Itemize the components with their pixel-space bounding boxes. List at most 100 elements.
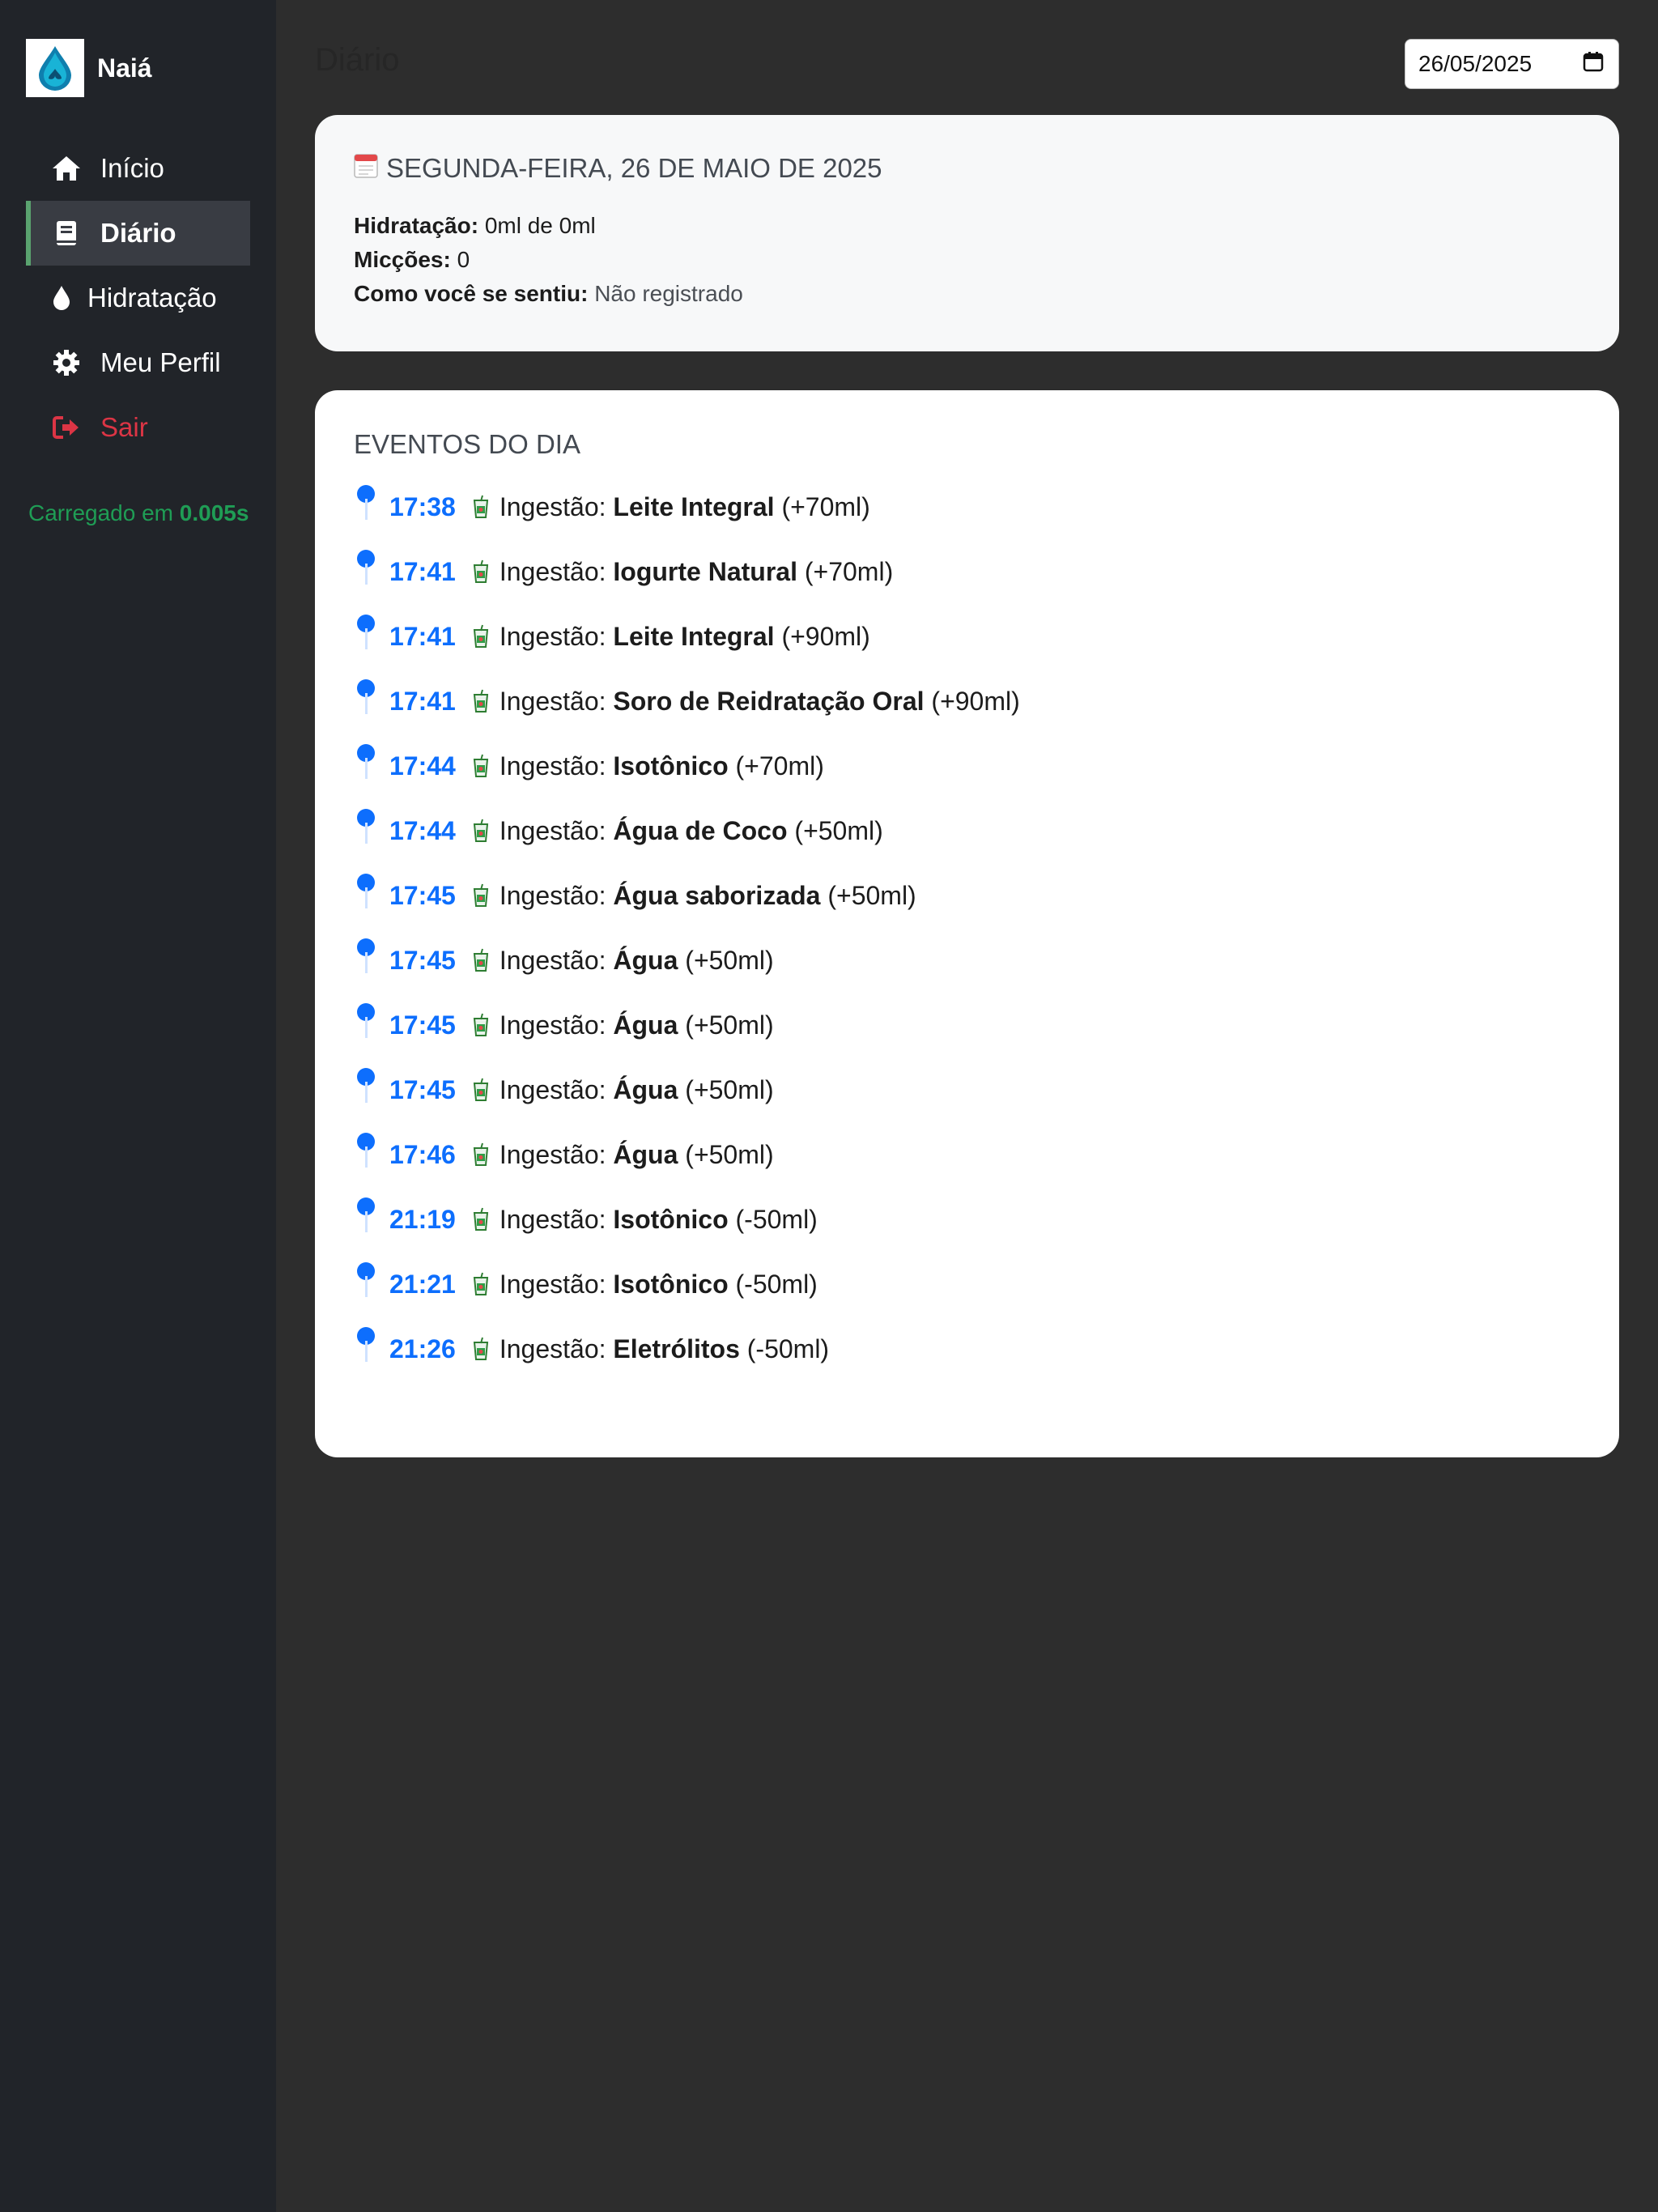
timeline-line — [365, 1341, 368, 1362]
drink-cup-icon — [472, 1207, 490, 1231]
summary-date: SEGUNDA-FEIRA, 26 DE MAIO DE 2025 — [386, 153, 882, 183]
event-drink: Isotônico — [613, 751, 729, 781]
urination-summary: Micções: 0 — [354, 243, 1580, 277]
event-time: 17:45 — [389, 945, 456, 975]
feeling-summary: Como você se sentiu: Não registrado — [354, 277, 1580, 311]
calendar-icon[interactable] — [1583, 51, 1604, 78]
sidebar-item-label: Meu Perfil — [100, 347, 221, 377]
event-row: 17:45 Ingestão: Água (+50ml) — [354, 993, 1580, 1057]
event-row: 17:38 Ingestão: Leite Integral (+70ml) — [354, 474, 1580, 539]
urination-value: 0 — [457, 247, 470, 272]
sidebar-item-diario[interactable]: Diário — [26, 201, 250, 266]
event-time: 21:26 — [389, 1334, 456, 1363]
timeline-line — [365, 887, 368, 908]
book-icon — [50, 217, 83, 249]
event-time: 17:44 — [389, 751, 456, 781]
event-drink: Água — [613, 945, 678, 975]
event-drink: Água — [613, 1010, 678, 1040]
hydration-label: Hidratação: — [354, 213, 479, 238]
sidebar-item-meu-perfil[interactable]: Meu Perfil — [26, 330, 250, 395]
event-drink: Água de Coco — [613, 815, 788, 845]
drink-cup-icon — [472, 948, 490, 972]
event-time: 17:45 — [389, 880, 456, 910]
event-row: 17:45 Ingestão: Água (+50ml) — [354, 1057, 1580, 1122]
event-time: 17:41 — [389, 621, 456, 651]
event-drink: Iogurte Natural — [613, 556, 797, 586]
home-icon — [50, 152, 83, 185]
event-row: 21:19 Ingestão: Isotônico (-50ml) — [354, 1187, 1580, 1252]
timeline-line — [365, 1017, 368, 1038]
timeline-line — [365, 1146, 368, 1168]
event-amount: (+50ml) — [685, 1074, 774, 1104]
sidebar: Naiá Início Diário Hidratação Meu Perfil… — [0, 0, 276, 2212]
event-drink: Água — [613, 1139, 678, 1169]
brand[interactable]: Naiá — [26, 39, 152, 97]
timeline-line — [365, 499, 368, 520]
load-time-prefix: Carregado em — [28, 500, 180, 525]
page-title: Diário — [315, 42, 400, 78]
event-amount: (+70ml) — [804, 556, 894, 586]
sidebar-item-sair[interactable]: Sair — [26, 395, 250, 460]
event-prefix: Ingestão: — [499, 815, 606, 845]
drink-cup-icon — [472, 624, 490, 649]
event-row: 17:44 Ingestão: Água de Coco (+50ml) — [354, 798, 1580, 863]
event-prefix: Ingestão: — [499, 1204, 606, 1234]
sidebar-item-hidratacao[interactable]: Hidratação — [26, 266, 250, 330]
event-amount: (+50ml) — [827, 880, 916, 910]
event-prefix: Ingestão: — [499, 556, 606, 586]
load-time-value: 0.005s — [179, 500, 249, 525]
event-row: 21:21 Ingestão: Isotônico (-50ml) — [354, 1252, 1580, 1317]
brand-name: Naiá — [97, 53, 152, 83]
droplet-icon — [50, 282, 73, 314]
event-row: 21:26 Ingestão: Eletrólitos (-50ml) — [354, 1317, 1580, 1381]
drink-cup-icon — [472, 1013, 490, 1037]
event-amount: (+90ml) — [931, 686, 1020, 716]
timeline-line — [365, 823, 368, 844]
event-time: 17:46 — [389, 1139, 456, 1169]
event-row: 17:45 Ingestão: Água saborizada (+50ml) — [354, 863, 1580, 928]
event-prefix: Ingestão: — [499, 621, 606, 651]
event-prefix: Ingestão: — [499, 1074, 606, 1104]
event-drink: Isotônico — [613, 1269, 729, 1299]
sidebar-item-label: Sair — [100, 412, 148, 442]
drink-cup-icon — [472, 495, 490, 519]
logout-icon — [50, 411, 83, 444]
hydration-value: 0ml de 0ml — [484, 213, 596, 238]
water-drop-logo-icon — [26, 39, 84, 97]
date-value: 26/05/2025 — [1418, 51, 1533, 76]
event-amount: (+90ml) — [781, 621, 870, 651]
drink-cup-icon — [472, 1337, 490, 1361]
hydration-summary: Hidratação: 0ml de 0ml — [354, 209, 1580, 243]
event-time: 17:41 — [389, 686, 456, 716]
drink-cup-icon — [472, 754, 490, 778]
day-summary-card: SEGUNDA-FEIRA, 26 DE MAIO DE 2025 Hidrat… — [315, 115, 1619, 351]
event-time: 17:41 — [389, 556, 456, 586]
date-picker-input[interactable]: 26/05/2025 — [1405, 39, 1619, 89]
drink-cup-icon — [472, 883, 490, 908]
timeline-line — [365, 693, 368, 714]
sidebar-item-label: Início — [100, 153, 164, 183]
event-prefix: Ingestão: — [499, 491, 606, 521]
event-time: 17:45 — [389, 1010, 456, 1040]
event-row: 17:44 Ingestão: Isotônico (+70ml) — [354, 734, 1580, 798]
sidebar-item-inicio[interactable]: Início — [26, 136, 250, 201]
timeline-line — [365, 564, 368, 585]
event-prefix: Ingestão: — [499, 1334, 606, 1363]
event-prefix: Ingestão: — [499, 1010, 606, 1040]
timeline-line — [365, 1211, 368, 1232]
event-drink: Leite Integral — [613, 621, 775, 651]
timeline-line — [365, 1082, 368, 1103]
gear-icon — [50, 347, 83, 379]
event-amount: (+50ml) — [685, 1139, 774, 1169]
event-time: 21:19 — [389, 1204, 456, 1234]
timeline-line — [365, 1276, 368, 1297]
event-drink: Leite Integral — [613, 491, 775, 521]
event-prefix: Ingestão: — [499, 945, 606, 975]
event-prefix: Ingestão: — [499, 1269, 606, 1299]
event-amount: (-50ml) — [735, 1269, 818, 1299]
event-row: 17:41 Ingestão: Leite Integral (+90ml) — [354, 604, 1580, 669]
sidebar-nav: Início Diário Hidratação Meu Perfil Sair — [26, 136, 250, 460]
event-drink: Água — [613, 1074, 678, 1104]
sidebar-item-label: Diário — [100, 218, 176, 248]
events-title: EVENTOS DO DIA — [354, 429, 580, 459]
